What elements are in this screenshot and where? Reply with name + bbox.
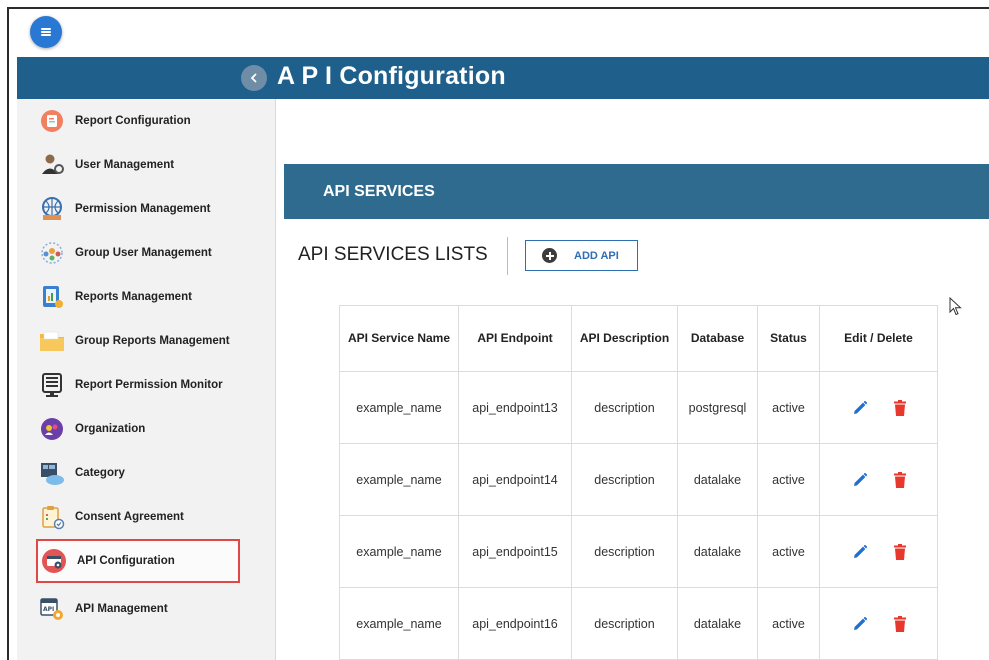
- sidebar-item-consent-agreement[interactable]: Consent Agreement: [38, 497, 248, 537]
- permission-management-icon: [38, 195, 66, 223]
- cell-status: active: [757, 371, 820, 444]
- divider: [507, 237, 508, 275]
- cell-description: description: [571, 587, 678, 660]
- consent-icon: [38, 503, 66, 531]
- table-row: example_name api_endpoint14 description …: [339, 443, 938, 516]
- cell-endpoint: api_endpoint15: [458, 515, 572, 588]
- cell-service-name: example_name: [339, 371, 459, 444]
- mouse-cursor-icon: [949, 297, 962, 316]
- hamburger-icon: [41, 28, 51, 36]
- sidebar-item-permission-management[interactable]: Permission Management: [38, 189, 248, 229]
- plus-circle-icon: [542, 248, 557, 263]
- cell-database: datalake: [677, 587, 758, 660]
- sidebar-item-label: Organization: [75, 423, 146, 435]
- column-header: Edit / Delete: [819, 305, 938, 372]
- category-icon: [38, 459, 66, 487]
- sidebar-item-report-permission-monitor[interactable]: Report Permission Monitor: [38, 365, 248, 405]
- delete-trash-icon[interactable]: [893, 399, 906, 416]
- table-row: example_name api_endpoint13 description …: [339, 371, 938, 444]
- section-title: API SERVICES: [323, 183, 435, 200]
- cell-endpoint: api_endpoint13: [458, 371, 572, 444]
- cell-actions: [819, 515, 938, 588]
- cell-status: active: [757, 515, 820, 588]
- section-header: API SERVICES: [284, 164, 989, 219]
- sidebar-item-group-reports-management[interactable]: Group Reports Management: [38, 321, 248, 361]
- sidebar-item-group-user-management[interactable]: Group User Management: [38, 233, 248, 273]
- column-header[interactable]: Database: [677, 305, 758, 372]
- title-banner: A P I Configuration: [17, 57, 989, 99]
- sidebar-item-label: Category: [75, 467, 125, 479]
- cell-endpoint: api_endpoint14: [458, 443, 572, 516]
- sidebar-item-user-management[interactable]: User Management: [38, 145, 248, 185]
- column-header[interactable]: Status: [757, 305, 820, 372]
- cell-service-name: example_name: [339, 587, 459, 660]
- list-title: API SERVICES LISTS: [298, 244, 488, 265]
- api-management-icon: API: [38, 595, 66, 623]
- chevron-left-icon: [250, 73, 257, 83]
- column-header[interactable]: API Description: [571, 305, 678, 372]
- cell-actions: [819, 371, 938, 444]
- reports-management-icon: [38, 283, 66, 311]
- sidebar: Report Configuration User Management Per…: [17, 99, 276, 660]
- column-header[interactable]: API Service Name: [339, 305, 459, 372]
- cell-status: active: [757, 587, 820, 660]
- cell-endpoint: api_endpoint16: [458, 587, 572, 660]
- delete-trash-icon[interactable]: [893, 543, 906, 560]
- cell-service-name: example_name: [339, 443, 459, 516]
- edit-pencil-icon[interactable]: [852, 544, 868, 560]
- sidebar-item-label: Reports Management: [75, 291, 192, 303]
- cell-description: description: [571, 515, 678, 588]
- report-config-icon: [38, 107, 66, 135]
- table-row: example_name api_endpoint15 description …: [339, 515, 938, 588]
- sidebar-item-api-management[interactable]: API API Management: [38, 589, 248, 629]
- column-header[interactable]: API Endpoint: [458, 305, 572, 372]
- app-frame: A P I Configuration Report Configuration…: [7, 7, 989, 660]
- group-user-icon: [38, 239, 66, 267]
- sidebar-item-label: Consent Agreement: [75, 511, 184, 523]
- monitor-icon: [38, 371, 66, 399]
- sidebar-item-label: Report Permission Monitor: [75, 379, 223, 391]
- back-button[interactable]: [241, 65, 267, 91]
- delete-trash-icon[interactable]: [893, 471, 906, 488]
- sidebar-item-label: Permission Management: [75, 203, 211, 215]
- cell-database: postgresql: [677, 371, 758, 444]
- menu-button[interactable]: [30, 16, 62, 48]
- edit-pencil-icon[interactable]: [852, 472, 868, 488]
- table-row: example_name api_endpoint16 description …: [339, 587, 938, 660]
- svg-text:API: API: [43, 606, 54, 613]
- sidebar-item-category[interactable]: Category: [38, 453, 248, 493]
- sidebar-item-label: API Configuration: [77, 555, 175, 567]
- sidebar-item-reports-management[interactable]: Reports Management: [38, 277, 248, 317]
- add-api-label: ADD API: [574, 249, 619, 262]
- cell-database: datalake: [677, 515, 758, 588]
- cell-description: description: [571, 371, 678, 444]
- sidebar-item-api-configuration[interactable]: API Configuration: [36, 539, 240, 583]
- edit-pencil-icon[interactable]: [852, 400, 868, 416]
- page-title: A P I Configuration: [277, 62, 506, 90]
- cell-description: description: [571, 443, 678, 516]
- cell-actions: [819, 443, 938, 516]
- sidebar-item-organization[interactable]: Organization: [38, 409, 248, 449]
- sidebar-item-label: Report Configuration: [75, 115, 191, 127]
- edit-pencil-icon[interactable]: [852, 616, 868, 632]
- main-content: API SERVICES API SERVICES LISTS ADD API …: [284, 164, 989, 660]
- add-api-button[interactable]: ADD API: [525, 240, 638, 271]
- sidebar-item-report-configuration[interactable]: Report Configuration: [38, 101, 248, 141]
- table-header-row: API Service Name API Endpoint API Descri…: [339, 305, 938, 372]
- cell-actions: [819, 587, 938, 660]
- sidebar-item-label: Group Reports Management: [75, 335, 230, 347]
- user-management-icon: [38, 151, 66, 179]
- cell-status: active: [757, 443, 820, 516]
- folder-icon: [38, 327, 66, 355]
- api-services-table: API Service Name API Endpoint API Descri…: [339, 305, 938, 660]
- cell-database: datalake: [677, 443, 758, 516]
- sidebar-item-label: Group User Management: [75, 247, 212, 259]
- sidebar-item-label: API Management: [75, 603, 168, 615]
- sidebar-item-label: User Management: [75, 159, 175, 171]
- cell-service-name: example_name: [339, 515, 459, 588]
- organization-icon: [38, 415, 66, 443]
- delete-trash-icon[interactable]: [893, 615, 906, 632]
- api-config-icon: [40, 547, 68, 575]
